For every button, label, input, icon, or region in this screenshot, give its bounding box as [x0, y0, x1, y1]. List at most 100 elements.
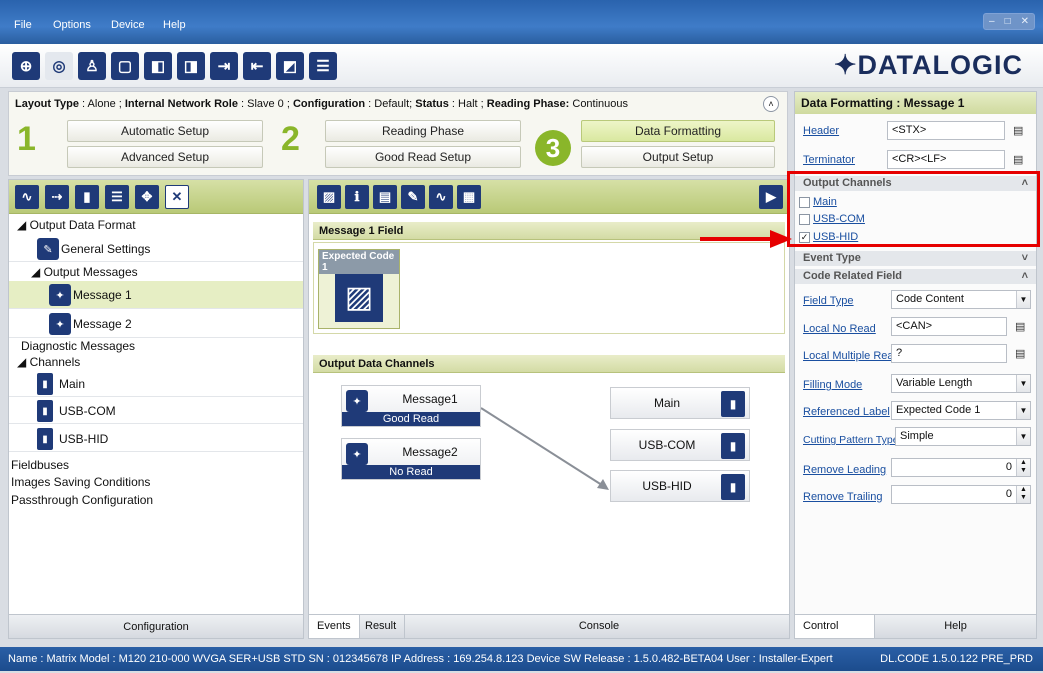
event-type-section[interactable]: Event Type ˅ [795, 251, 1036, 266]
message-icon: ✦ [346, 390, 368, 412]
remove-trailing-label: Remove Trailing [803, 491, 883, 503]
terminator-label: Terminator [803, 154, 855, 166]
message1-node[interactable]: ✦ Message1 Good Read [341, 385, 481, 427]
fieldbus-icon[interactable]: ✥ [135, 185, 159, 209]
open-config-icon[interactable]: ◧ [144, 52, 172, 80]
info-line: Layout Type : Alone ; Internal Network R… [15, 98, 629, 110]
getting-started-icon[interactable]: ◎ [45, 52, 73, 80]
menu-file[interactable]: File [14, 19, 32, 31]
tree-general-settings[interactable]: ✎ General Settings [9, 236, 303, 262]
remove-leading-stepper[interactable]: 0 ▲ ▼ [891, 458, 1031, 477]
tab-result[interactable]: Result [357, 615, 406, 638]
plug-icon: ▮ [37, 428, 53, 450]
maximize-icon[interactable]: □ [1005, 16, 1011, 27]
plug-icon: ▮ [721, 474, 745, 500]
code-related-field-section[interactable]: Code Related Field ˄ [795, 269, 1036, 284]
app-version: DL.CODE 1.5.0.122 PRE_PRD [880, 653, 1033, 665]
tree-output-messages[interactable]: ◢ Output Messages [31, 265, 138, 279]
tab-console[interactable]: Console [409, 615, 789, 638]
plug-icon: ▮ [721, 433, 745, 459]
field-type-select[interactable]: Code Content ▼ [891, 290, 1031, 309]
status-bar: Name : Matrix Model : M120 210-000 WVGA … [0, 647, 1043, 671]
menu-options[interactable]: Options [53, 19, 91, 31]
pulse-icon[interactable]: ∿ [15, 185, 39, 209]
main-toolbar: ⊕ ◎ ♙ ▢ ◧ ◨ ⇥ ⇤ ◩ ☰ ✦DATALOGIC [0, 44, 1043, 88]
output-channels-highlight [787, 171, 1040, 247]
list-icon[interactable]: ☰ [105, 185, 129, 209]
cutting-pattern-select[interactable]: Simple ▼ [895, 427, 1031, 446]
output-setup-button[interactable]: Output Setup [581, 146, 775, 168]
delete-icon[interactable]: ✕ [165, 185, 189, 209]
edit-icon[interactable]: ▤ [1015, 347, 1029, 361]
tab-control[interactable]: Control [795, 615, 875, 638]
close-icon[interactable]: ✕ [1021, 16, 1029, 27]
tab-help[interactable]: Help [875, 615, 1036, 638]
advanced-setup-button[interactable]: Advanced Setup [67, 146, 263, 168]
center-tabs: Events Result Console [309, 614, 789, 638]
tree-message-2[interactable]: ✦ Message 2 [9, 310, 303, 338]
spinner-icon[interactable]: ▲ ▼ [1016, 486, 1030, 503]
tree-channel-usbhid[interactable]: ▮ USB-HID [9, 426, 303, 452]
plug-icon: ▮ [37, 400, 53, 422]
automatic-setup-button[interactable]: Automatic Setup [67, 120, 263, 142]
tree-diagnostic-messages[interactable]: Diagnostic Messages [21, 339, 135, 353]
header-field[interactable]: <STX> [887, 121, 1005, 140]
referenced-label-select[interactable]: Expected Code 1 ▼ [891, 401, 1031, 420]
tree-message-1[interactable]: ✦ Message 1 [9, 281, 303, 309]
minimize-icon[interactable]: – [989, 16, 995, 27]
tree-fieldbuses[interactable]: Fieldbuses [11, 458, 69, 472]
channel-usbcom-node[interactable]: USB-COM ▮ [610, 429, 750, 461]
remove-leading-label: Remove Leading [803, 464, 887, 476]
edit-icon[interactable]: ▤ [1015, 320, 1029, 334]
edit-icon[interactable]: ▤ [1013, 124, 1027, 138]
local-multiple-read-label: Local Multiple Read [803, 350, 900, 362]
configuration-tree-panel: ∿ ⇢ ▮ ☰ ✥ ✕ ◢ Output Data Format ✎ Gener… [8, 179, 304, 639]
menu-device[interactable]: Device [111, 19, 145, 31]
message2-node[interactable]: ✦ Message2 No Read [341, 438, 481, 480]
tree-channel-main[interactable]: ▮ Main [9, 371, 303, 397]
device-info: Name : Matrix Model : M120 210-000 WVGA … [8, 653, 833, 665]
collapse-icon[interactable]: ˄ [763, 96, 779, 112]
export-icon[interactable]: ⇥ [210, 52, 238, 80]
reading-phase-button[interactable]: Reading Phase [325, 120, 521, 142]
properties-title: Data Formatting : Message 1 [795, 92, 1036, 114]
setup-wizard: Layout Type : Alone ; Internal Network R… [8, 91, 788, 176]
connect-icon[interactable]: ⊕ [12, 52, 40, 80]
window-icon[interactable]: ▢ [111, 52, 139, 80]
good-read-setup-button[interactable]: Good Read Setup [325, 146, 521, 168]
tree-channels[interactable]: ◢ Channels [17, 355, 80, 369]
tree-channel-usbcom[interactable]: ▮ USB-COM [9, 398, 303, 424]
field-type-label: Field Type [803, 295, 854, 307]
local-multiple-read-field[interactable]: ? [891, 344, 1007, 363]
filling-mode-label: Filling Mode [803, 379, 863, 391]
arrow-transfer-icon[interactable]: ⇢ [45, 185, 69, 209]
user-icon[interactable]: ♙ [78, 52, 106, 80]
message-icon: ✦ [49, 284, 71, 306]
filling-mode-select[interactable]: Variable Length ▼ [891, 374, 1031, 393]
save-config-icon[interactable]: ◨ [177, 52, 205, 80]
step-2-number: 2 [281, 120, 300, 158]
settings-list-icon[interactable]: ☰ [309, 52, 337, 80]
remove-trailing-stepper[interactable]: 0 ▲ ▼ [891, 485, 1031, 504]
cutting-pattern-label: Cutting Pattern Type [803, 434, 899, 446]
terminator-field[interactable]: <CR><LF> [887, 150, 1005, 169]
device-config-icon[interactable]: ◩ [276, 52, 304, 80]
menu-help[interactable]: Help [163, 19, 186, 31]
edit-icon[interactable]: ▤ [1013, 153, 1027, 167]
tab-events[interactable]: Events [309, 615, 360, 638]
channel-usbhid-node[interactable]: USB-HID ▮ [610, 470, 750, 502]
channel-icon[interactable]: ▮ [75, 185, 99, 209]
window-controls: – □ ✕ [983, 13, 1035, 30]
step-1-number: 1 [17, 120, 36, 158]
header-label: Header [803, 125, 840, 137]
tree-images-saving[interactable]: Images Saving Conditions [11, 475, 150, 489]
tree-output-data-format[interactable]: ◢ Output Data Format [17, 218, 136, 232]
import-icon[interactable]: ⇤ [243, 52, 271, 80]
spinner-icon[interactable]: ▲ ▼ [1016, 459, 1030, 476]
local-no-read-field[interactable]: <CAN> [891, 317, 1007, 336]
tree-passthrough[interactable]: Passthrough Configuration [11, 493, 153, 507]
message-icon: ✦ [49, 313, 71, 335]
data-formatting-button[interactable]: Data Formatting [581, 120, 775, 142]
properties-tabs: Control Help [795, 614, 1036, 638]
channel-main-node[interactable]: Main ▮ [610, 387, 750, 419]
